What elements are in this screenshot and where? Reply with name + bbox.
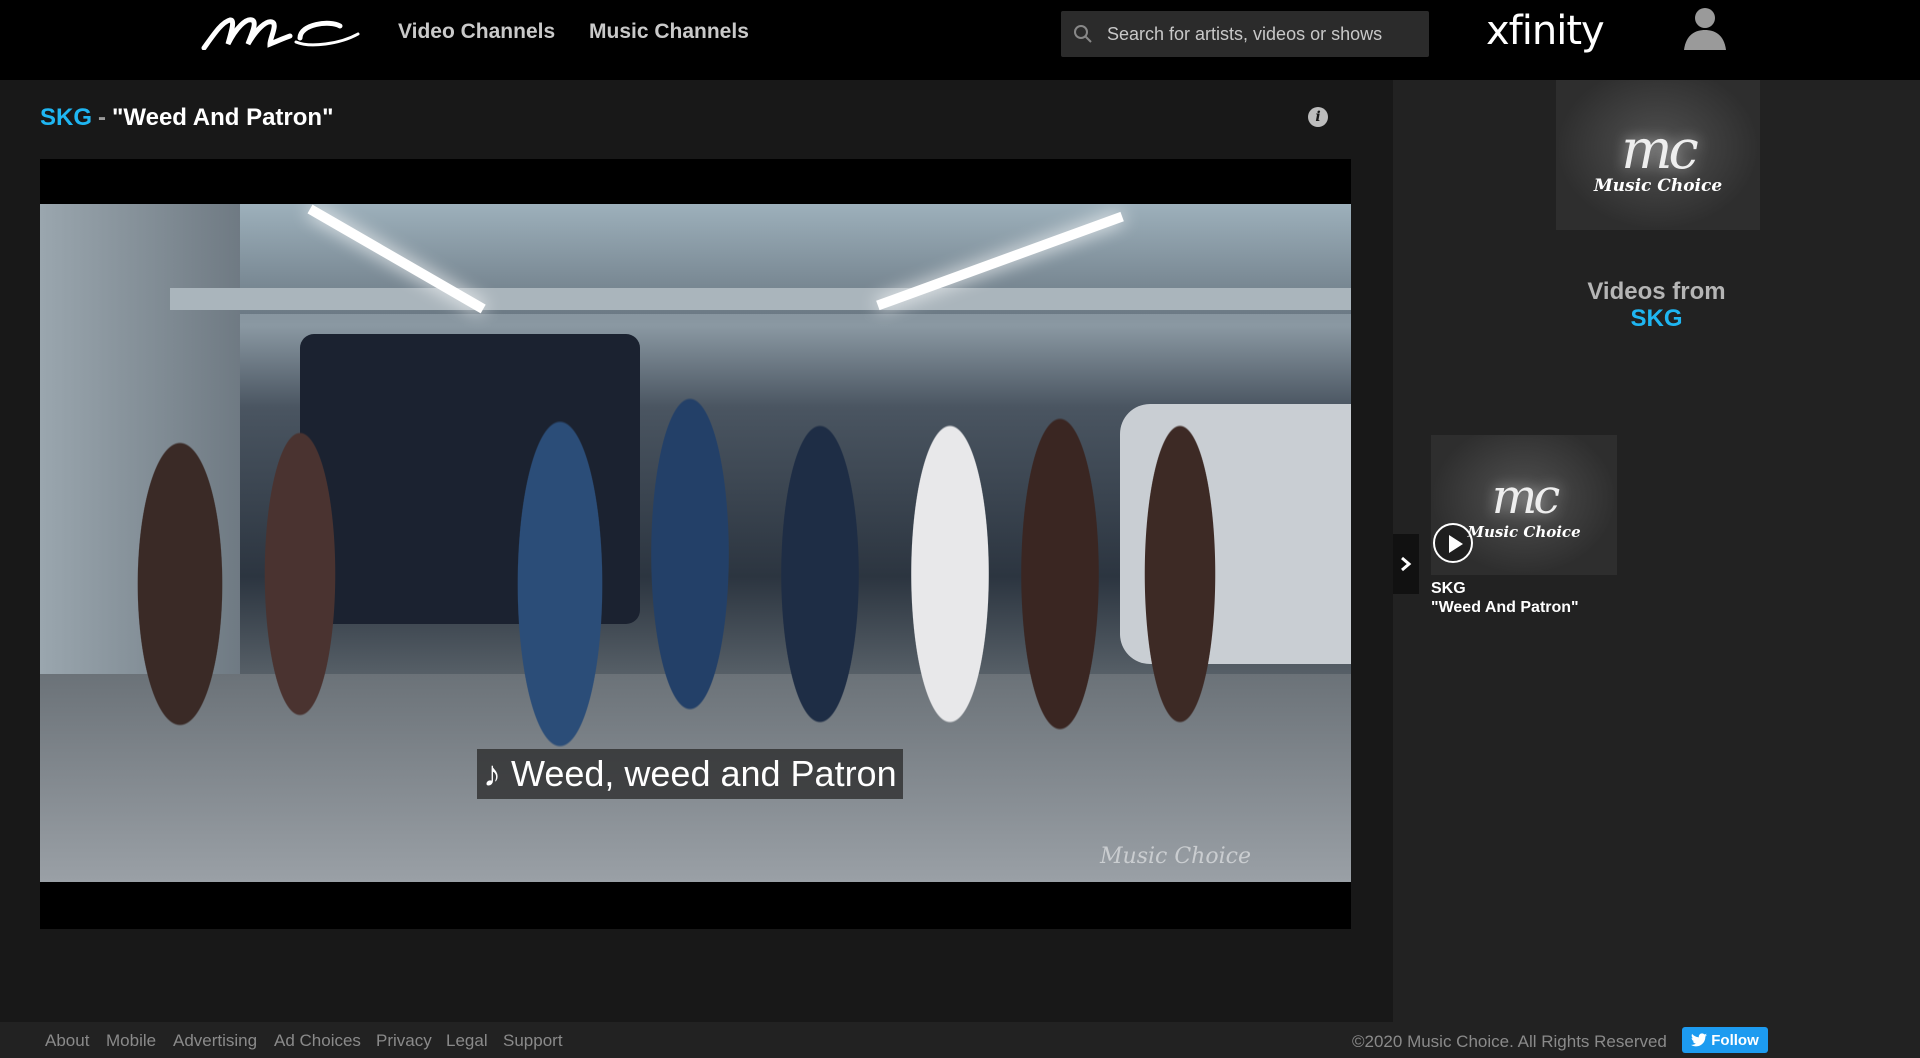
twitter-bird-icon	[1691, 1033, 1708, 1047]
mc-logo-text: mc	[1621, 118, 1698, 181]
top-nav-bar: Video Channels Music Channels xfinity	[0, 0, 1920, 80]
video-card-title[interactable]: "Weed And Patron"	[1431, 599, 1579, 617]
videos-from-heading: Videos from SKG	[1393, 278, 1920, 332]
user-icon[interactable]	[1682, 4, 1728, 50]
scene-beam	[170, 288, 1351, 310]
video-thumbnail[interactable]: mc Music Choice	[1431, 435, 1617, 575]
nav-video-channels[interactable]: Video Channels	[398, 20, 555, 44]
song-title: "Weed And Patron"	[112, 104, 334, 131]
title-separator: -	[98, 104, 107, 131]
footer-link-advertising[interactable]: Advertising	[173, 1031, 257, 1051]
mc-logo-sub: Music Choice	[1593, 176, 1723, 196]
videos-from-artist[interactable]: SKG	[1393, 305, 1920, 332]
main-content: SKG - "Weed And Patron" i Music Choice ♪ W…	[0, 80, 1393, 1022]
info-icon[interactable]: i	[1308, 107, 1328, 127]
copyright-text: ©2020 Music Choice. All Rights Reserved	[1352, 1032, 1667, 1051]
carousel-next-button[interactable]	[1393, 534, 1419, 594]
videos-from-label: Videos from	[1587, 278, 1726, 305]
video-player[interactable]: Music Choice ♪ Weed, weed and Patron	[40, 159, 1351, 929]
nav-music-channels[interactable]: Music Channels	[589, 20, 749, 44]
music-choice-logo[interactable]	[200, 14, 360, 50]
footer-link-legal[interactable]: Legal	[446, 1031, 488, 1051]
footer-link-mobile[interactable]: Mobile	[106, 1031, 156, 1051]
related-sidebar: mc Music Choice Videos from SKG mc Music…	[1393, 80, 1920, 1022]
video-caption: ♪ Weed, weed and Patron	[477, 749, 903, 799]
music-choice-thumbnail: mc Music Choice	[1556, 80, 1760, 230]
follow-label: Follow	[1711, 1031, 1759, 1049]
footer-link-ad-choices[interactable]: Ad Choices	[274, 1031, 361, 1051]
play-icon[interactable]	[1433, 523, 1473, 563]
search-box[interactable]	[1061, 11, 1429, 57]
artist-link[interactable]: SKG	[40, 104, 92, 131]
search-icon	[1074, 25, 1092, 43]
footer-link-support[interactable]: Support	[503, 1031, 563, 1051]
video-card-artist[interactable]: SKG	[1431, 580, 1466, 598]
footer: About Mobile Advertising Ad Choices Priv…	[0, 1022, 1920, 1058]
mc-logo-text: mc	[1491, 469, 1560, 525]
scene-crowd	[120, 324, 1300, 764]
xfinity-logo[interactable]: xfinity	[1486, 8, 1605, 54]
search-input[interactable]	[1107, 23, 1407, 45]
player-watermark: Music Choice	[1100, 844, 1251, 869]
chevron-right-icon	[1401, 556, 1412, 572]
video-title: SKG - "Weed And Patron"	[40, 104, 333, 132]
footer-link-privacy[interactable]: Privacy	[376, 1031, 432, 1051]
twitter-follow-button[interactable]: Follow	[1682, 1027, 1768, 1053]
footer-link-about[interactable]: About	[45, 1031, 89, 1051]
